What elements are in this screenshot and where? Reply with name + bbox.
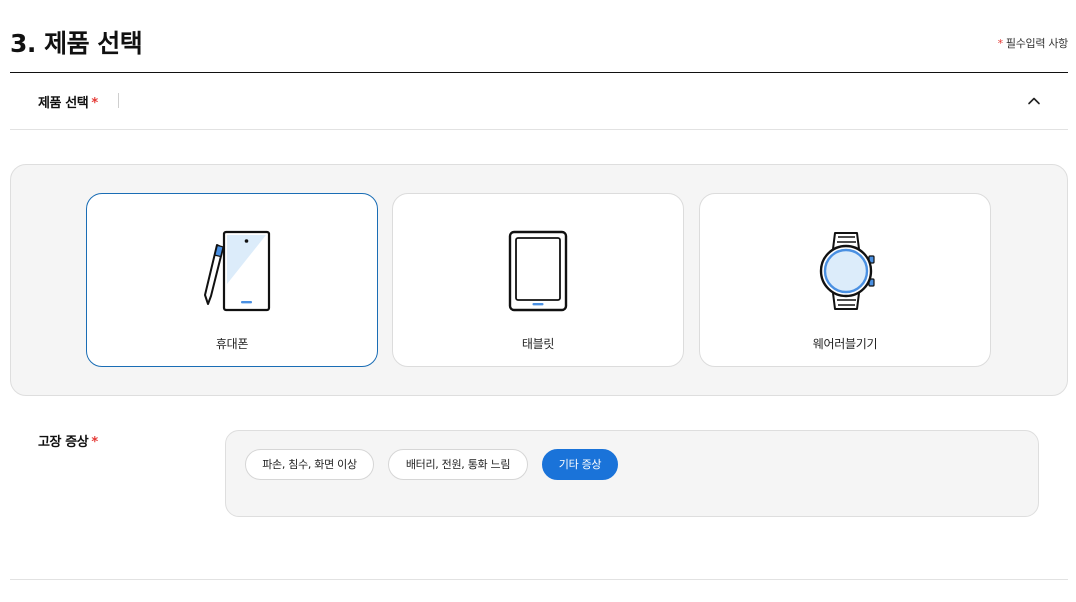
product-select-label-text: 제품 선택: [38, 96, 89, 111]
product-card-label: 휴대폰: [215, 337, 249, 351]
tablet-icon: [493, 228, 583, 318]
smartwatch-icon: [800, 228, 890, 318]
product-card-label: 웨어러블기기: [812, 337, 878, 351]
product-card-wearable[interactable]: 웨어러블기기: [699, 193, 991, 367]
bottom-divider: [10, 579, 1068, 580]
chevron-up-icon[interactable]: [1026, 93, 1042, 109]
product-card-label: 태블릿: [521, 337, 555, 351]
required-note-text: 필수입력 사항: [1005, 37, 1068, 50]
symptom-label-text: 고장 증상: [38, 435, 89, 450]
product-select-label: 제품 선택 *: [38, 92, 98, 111]
product-card-tablet[interactable]: 태블릿: [392, 193, 684, 367]
page-title: 3. 제품 선택: [10, 29, 143, 58]
symptom-chip-other[interactable]: 기타 증상: [542, 449, 618, 480]
required-star: *: [997, 37, 1004, 50]
header-divider: [10, 72, 1068, 73]
symptom-chip-damage[interactable]: 파손, 침수, 화면 이상: [245, 449, 374, 480]
symptom-label: 고장 증상 *: [38, 431, 98, 450]
required-star: *: [91, 96, 98, 111]
required-star: *: [91, 435, 98, 450]
label-divider: [118, 93, 119, 108]
accordion-divider: [10, 129, 1068, 130]
product-card-phone[interactable]: 휴대폰: [86, 193, 378, 367]
required-note: * 필수입력 사항: [997, 35, 1069, 51]
phone-with-pen-icon: [187, 228, 277, 318]
symptom-chip-battery[interactable]: 배터리, 전원, 통화 느림: [388, 449, 528, 480]
